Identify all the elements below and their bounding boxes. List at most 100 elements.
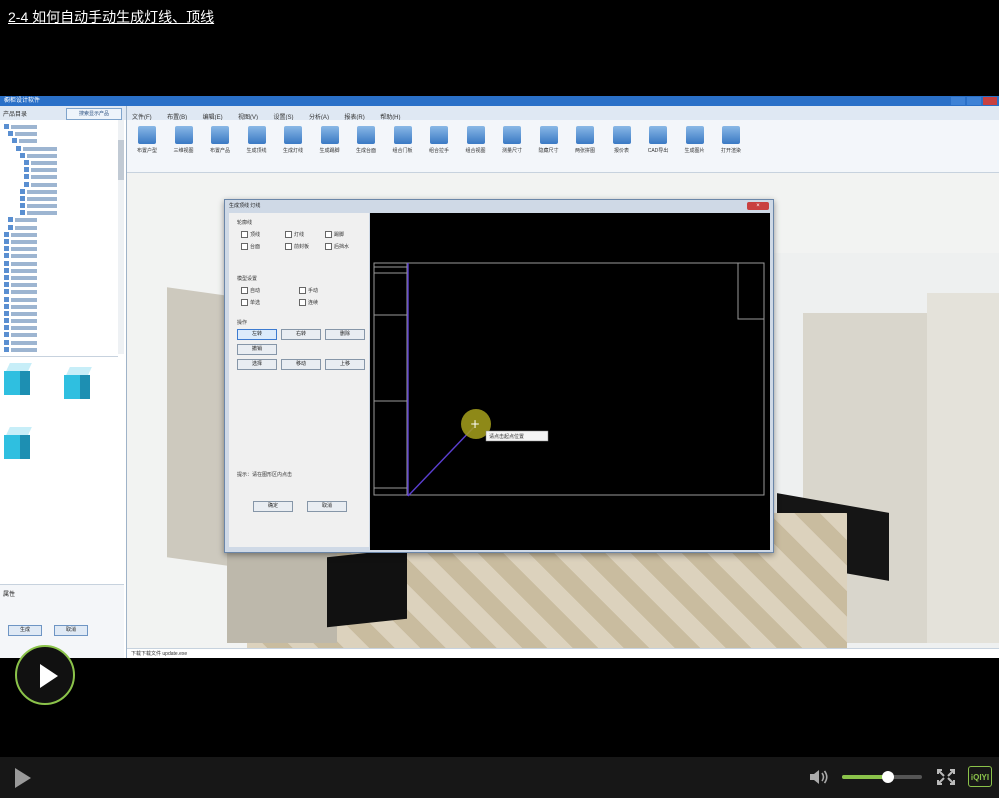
- dialog-button: 上移: [325, 359, 365, 370]
- tool-icon: [211, 126, 229, 144]
- product-tree: [2, 124, 118, 354]
- tool-label: 测量尺寸: [501, 148, 522, 154]
- tree-item: [2, 282, 118, 288]
- drawing-canvas: + 请点击起点位置: [370, 213, 770, 550]
- tree-item: [2, 289, 118, 295]
- video-frame[interactable]: 橱柜设计软件 文件(F) 布置(B) 编辑(E) 视图(V) 设置(S) 分析(…: [0, 96, 999, 658]
- tool-label: 组合门板: [392, 148, 413, 154]
- tree-scrollbar: [118, 120, 124, 354]
- player-controls: iQIYI: [0, 757, 999, 798]
- app-menubar: 文件(F) 布置(B) 编辑(E) 视图(V) 设置(S) 分析(A) 报表(R…: [126, 106, 999, 121]
- generate-button: 生成: [8, 625, 42, 636]
- toolbar-tool: 三维视图: [169, 126, 199, 154]
- tree-item: [2, 138, 118, 144]
- tree-item: [2, 210, 118, 216]
- toolbar-tool: 隐藏尺寸: [534, 126, 564, 154]
- tool-icon: [247, 126, 266, 144]
- tree-item: [2, 310, 118, 317]
- window-buttons: [951, 97, 997, 105]
- cancel-button: 取消: [54, 625, 88, 636]
- big-play-button[interactable]: [15, 645, 75, 705]
- tool-icon: [357, 126, 375, 144]
- group-label: 操作: [237, 320, 248, 326]
- tool-icon: [430, 126, 448, 144]
- tree-item: [2, 203, 118, 209]
- tool-label: CAD导出: [647, 148, 669, 154]
- tool-icon: [685, 126, 704, 144]
- tool-icon: [138, 126, 156, 144]
- tool-icon: [284, 126, 302, 144]
- tool-icon: [612, 126, 631, 144]
- dialog-options: 轮廓线 顶线 灯线 踢脚 台面 前封板 后挡水 模型设置 自动 手动 单选 连续…: [229, 213, 369, 547]
- volume-handle[interactable]: [882, 771, 895, 783]
- dialog-button: 选择: [237, 359, 277, 370]
- checkbox: 后挡水: [325, 243, 349, 251]
- product-panel-header: 产品目录 搜索显示产品: [0, 106, 126, 120]
- toolbar-tool: 打开渲染: [716, 126, 746, 154]
- toolbar-tool: 报价表: [607, 126, 637, 154]
- tree-item: [2, 267, 118, 274]
- close-icon: ×: [747, 202, 769, 210]
- tool-icon: [539, 126, 558, 144]
- tool-label: 生成图片: [684, 148, 705, 154]
- toolbar-tool: 组合门板: [388, 126, 418, 154]
- toolbar-tool: 组合视图: [461, 126, 491, 154]
- dialog-hint: 提示：请在图形区内点击: [237, 472, 293, 478]
- attributes-title: 属性: [3, 592, 16, 598]
- group-label: 轮廓线: [237, 220, 253, 226]
- tree-item: [2, 174, 118, 180]
- tool-icon: [649, 126, 667, 144]
- tree-item: [2, 195, 118, 202]
- cursor-tooltip: 请点击起点位置: [489, 433, 524, 440]
- cabinet-thumbnail: [4, 427, 32, 459]
- tool-label: 两张拼图: [574, 148, 595, 154]
- tree-item: [2, 296, 118, 303]
- app-toolbar: 布置户型 三维视图 布置产品 生成顶线 生成灯线 生成踢脚 生成台面 组合门板 组合拉手 组合视图…: [126, 120, 999, 173]
- tree-item: [2, 231, 118, 238]
- tool-label: 组合拉手: [428, 148, 449, 154]
- toolbar-tool: 测量尺寸: [497, 126, 527, 154]
- play-icon[interactable]: [15, 768, 31, 788]
- line-generation-dialog: 生成顶线 灯线 × 轮廓线 顶线 灯线 踢脚 台面 前封板 后挡水 模型设置 自…: [224, 199, 774, 553]
- svg-text:+: +: [470, 417, 480, 431]
- dialog-button: 撤销: [237, 344, 277, 355]
- iqiyi-logo[interactable]: iQIYI: [968, 766, 992, 787]
- tree-item: [2, 274, 118, 281]
- search-products-button: 搜索显示产品: [66, 108, 122, 120]
- tree-item: [2, 325, 118, 331]
- video-title[interactable]: 2-4 如何自动手动生成灯线、顶线: [8, 7, 214, 27]
- tool-icon: [320, 126, 339, 144]
- tree-item: [2, 145, 118, 152]
- toolbar-tool: 生成台面: [351, 126, 381, 154]
- tree-item: [2, 152, 118, 159]
- tool-icon: [722, 126, 740, 144]
- cabinet-thumbnail: [64, 367, 92, 399]
- tool-label: 生成灯线: [282, 148, 303, 154]
- group-label: 模型设置: [237, 276, 258, 282]
- toolbar-tool: 生成顶线: [242, 126, 272, 154]
- tool-label: 打开渲染: [720, 148, 741, 154]
- tree-item: [2, 181, 118, 188]
- status-text: 下载下载文件 update.exe: [131, 651, 188, 657]
- cancel-button: 取消: [307, 501, 347, 512]
- tool-label: 生成台面: [355, 148, 376, 154]
- tree-item: [2, 167, 118, 173]
- dialog-button: 左转: [237, 329, 277, 340]
- tool-label: 三维视图: [173, 148, 194, 154]
- volume-slider[interactable]: [842, 771, 922, 783]
- cabinet-thumbnail: [4, 363, 32, 395]
- tool-icon: [174, 126, 193, 144]
- fullscreen-icon[interactable]: [936, 768, 956, 786]
- tool-label: 生成顶线: [246, 148, 267, 154]
- panel-title: 产品目录: [3, 112, 28, 118]
- tool-label: 布置产品: [209, 148, 230, 154]
- tree-item: [2, 332, 118, 338]
- checkbox: 连续: [299, 299, 318, 307]
- tree-item: [2, 217, 118, 223]
- toolbar-tool: 组合拉手: [424, 126, 454, 154]
- speaker-icon[interactable]: [808, 768, 830, 786]
- app-titlebar: 橱柜设计软件: [0, 96, 999, 106]
- toolbar-tool: 生成灯线: [278, 126, 308, 154]
- tree-item: [2, 246, 118, 252]
- tool-icon: [576, 126, 594, 144]
